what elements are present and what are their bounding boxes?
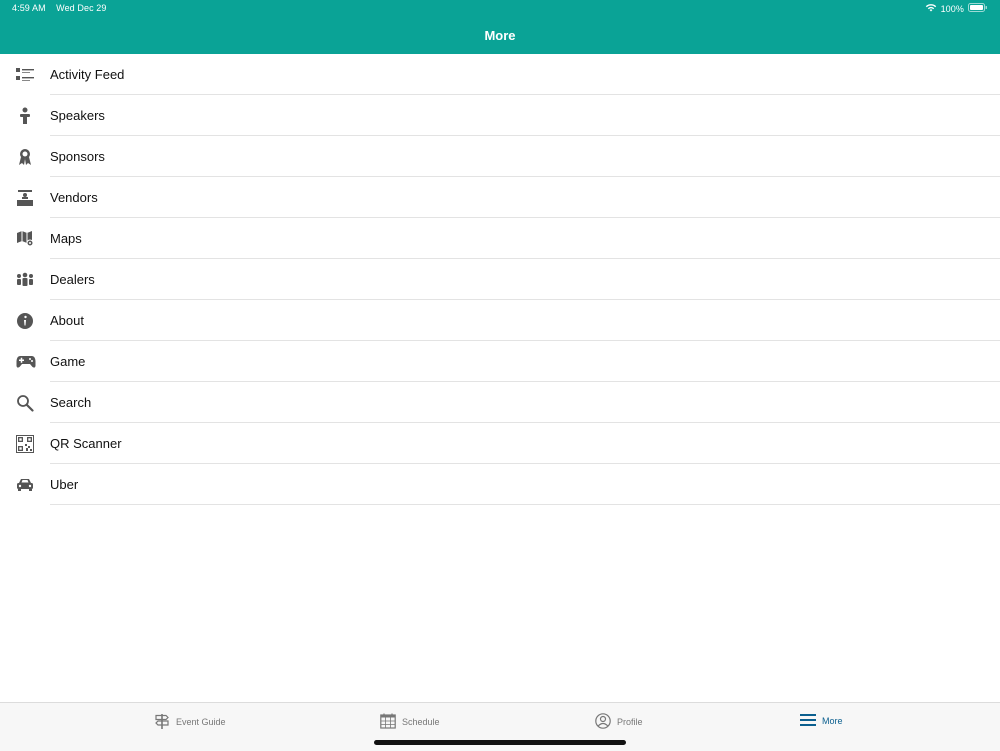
status-time: 4:59 AM [12, 3, 46, 13]
vendor-booth-icon [0, 177, 50, 218]
menu-item-label: Uber [50, 477, 79, 492]
menu-item-label: QR Scanner [50, 436, 122, 451]
menu-item-label: Sponsors [50, 149, 105, 164]
speaker-icon [0, 95, 50, 136]
menu-item-activity-feed[interactable]: Activity Feed [0, 54, 1000, 95]
tab-label: Event Guide [176, 717, 226, 727]
hamburger-menu-icon [800, 713, 816, 729]
status-time-date: 4:59 AM Wed Dec 29 [12, 3, 107, 13]
car-icon [0, 464, 50, 505]
menu-item-label: About [50, 313, 84, 328]
activity-feed-icon [0, 54, 50, 95]
top-navigation-bar: 4:59 AM Wed Dec 29 100% More [0, 0, 1000, 54]
home-indicator[interactable] [374, 740, 626, 745]
info-icon [0, 300, 50, 341]
menu-item-maps[interactable]: Maps [0, 218, 1000, 259]
tab-event-guide[interactable]: Event Guide [154, 713, 226, 731]
menu-item-game[interactable]: Game [0, 341, 1000, 382]
people-group-icon [0, 259, 50, 300]
wifi-icon [925, 3, 937, 14]
tab-label: More [822, 716, 843, 726]
menu-item-about[interactable]: About [0, 300, 1000, 341]
map-icon [0, 218, 50, 259]
search-icon [0, 382, 50, 423]
menu-item-label: Maps [50, 231, 82, 246]
calendar-icon [380, 713, 396, 731]
tab-more[interactable]: More [800, 713, 843, 729]
sponsor-ribbon-icon [0, 136, 50, 177]
battery-icon [968, 3, 988, 14]
qr-code-icon [0, 423, 50, 464]
menu-item-label: Search [50, 395, 92, 410]
menu-item-uber[interactable]: Uber [0, 464, 1000, 505]
menu-item-speakers[interactable]: Speakers [0, 95, 1000, 136]
menu-item-label: Vendors [50, 190, 98, 205]
signpost-icon [154, 713, 170, 731]
menu-item-search[interactable]: Search [0, 382, 1000, 423]
menu-item-dealers[interactable]: Dealers [0, 259, 1000, 300]
battery-percentage: 100% [940, 3, 964, 14]
menu-item-label: Speakers [50, 108, 105, 123]
menu-item-label: Activity Feed [50, 67, 125, 82]
page-title: More [484, 28, 516, 43]
status-date: Wed Dec 29 [56, 3, 107, 13]
menu-item-qr-scanner[interactable]: QR Scanner [0, 423, 1000, 464]
status-indicators: 100% [925, 3, 988, 14]
menu-item-label: Game [50, 354, 86, 369]
profile-icon [595, 713, 611, 731]
menu-item-vendors[interactable]: Vendors [0, 177, 1000, 218]
menu-item-label: Dealers [50, 272, 95, 287]
tab-schedule[interactable]: Schedule [380, 713, 440, 731]
gamepad-icon [0, 341, 50, 382]
tab-label: Schedule [402, 717, 440, 727]
tab-label: Profile [617, 717, 643, 727]
tab-profile[interactable]: Profile [595, 713, 643, 731]
more-menu-list: Activity Feed Speakers Sponsors Vendors … [0, 54, 1000, 505]
menu-item-sponsors[interactable]: Sponsors [0, 136, 1000, 177]
